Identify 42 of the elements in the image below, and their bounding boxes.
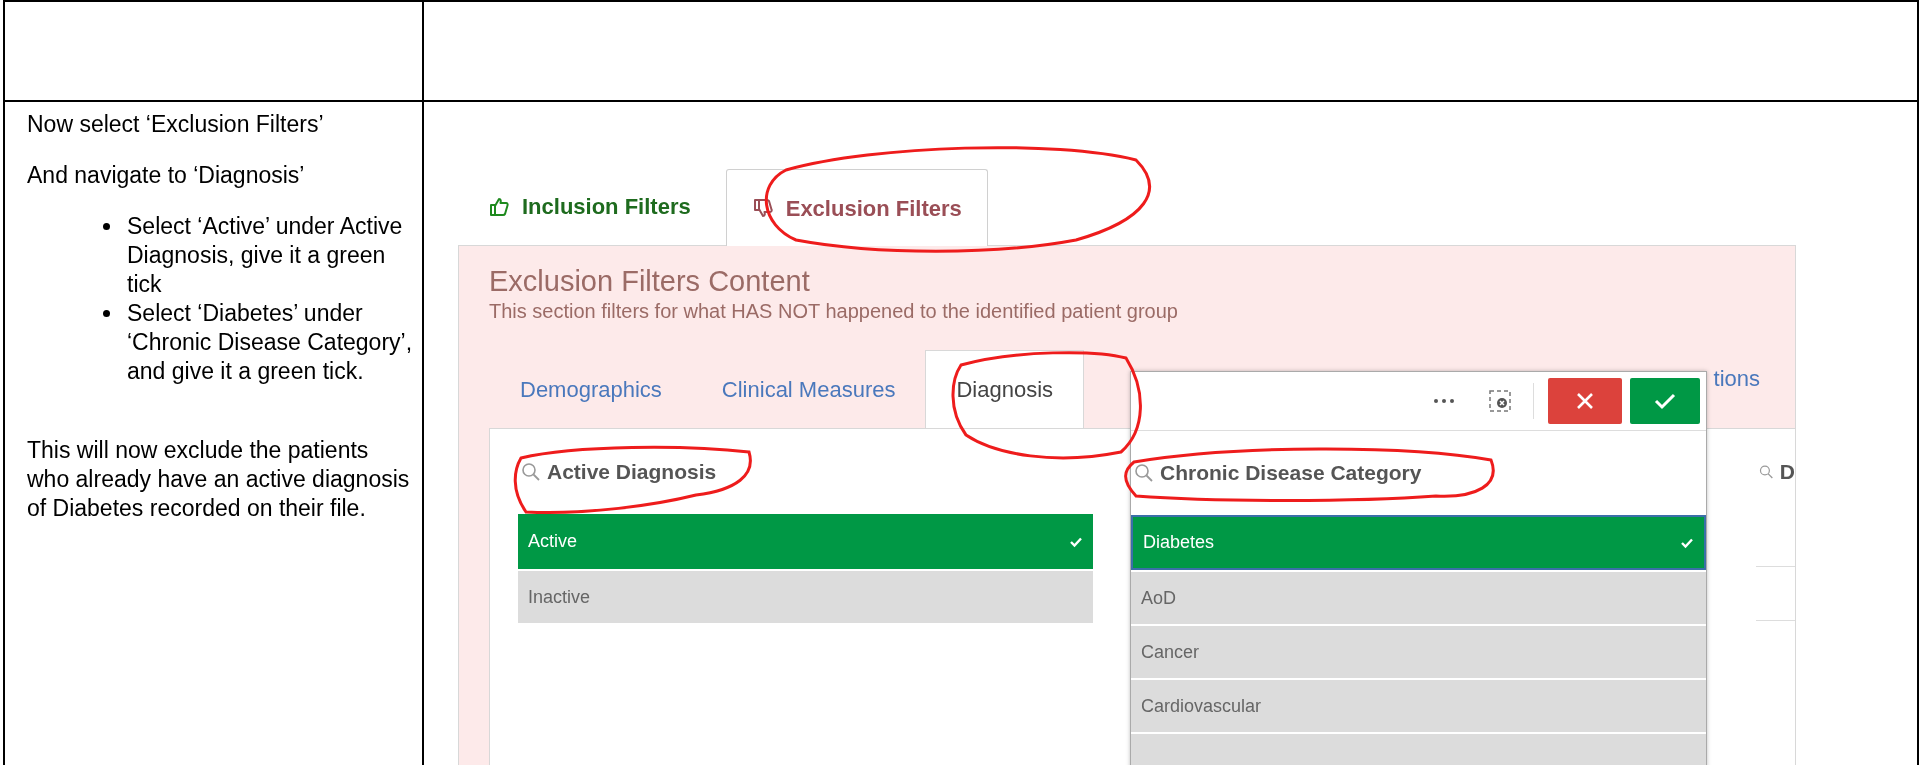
bullet-text: Select ‘Active’ under Active Diagnosis, give it a green tick [127,212,404,299]
panel-subtitle: This section filters for what HAS NOT happened to the identified patient group [488,299,1179,324]
filter-value[interactable]: Cardiovascular [1131,678,1706,732]
instruction-text: And navigate to ‘Diagnosis’ [27,161,306,190]
search-icon [1134,463,1154,483]
value-label: AoD [1141,586,1176,610]
bullet-text: Select ‘Diabetes’ under ‘Chronic Disease Category’, and give it a green tick. [127,299,414,386]
more-icon [1434,399,1454,403]
instruction-text: Now select ‘Exclusion Filters’ [27,110,325,139]
check-icon [1680,536,1694,549]
bullet-icon [103,310,110,317]
section-tab[interactable]: tions [1713,350,1760,428]
value-label: Active [528,530,578,553]
panel-title: Exclusion Filters Content [488,264,811,298]
value-label: Cancer [1141,640,1200,664]
filter-title: Chronic Disease Category [1160,460,1422,487]
close-icon [1576,392,1594,410]
section-tab[interactable]: Diagnosis [925,350,1085,428]
section-tab[interactable]: Demographics [490,350,692,428]
check-icon [1654,392,1676,410]
value-label: Diabetes [1143,531,1215,554]
search-icon [521,461,541,482]
section-tab[interactable]: Clinical Measures [691,350,926,428]
filter-title: D [1779,458,1795,485]
value-label: Inactive [528,585,591,609]
filter-value[interactable]: Cancer [1131,624,1706,678]
thumbs-up-icon [488,195,510,218]
filter-value[interactable]: Inactive [518,569,1093,623]
confirm-button[interactable] [1630,378,1700,424]
instruction-text: This will now exclude the patients who already have an active diagnosis of Diabetes recorded on their file. [27,436,411,523]
filter-value[interactable]: Active [518,514,1093,569]
cancel-button[interactable] [1548,378,1622,424]
check-icon [1069,535,1083,548]
filter-value[interactable]: AoD [1131,570,1706,624]
clear-selection-icon [1488,389,1512,413]
thumbs-down-icon [751,197,774,219]
filter-value[interactable]: Diabetes [1131,515,1706,570]
value-label: Cardiovascular [1141,694,1262,718]
filter-title: Active Diagnosis [547,458,717,485]
filter-tab[interactable]: Inclusion Filters [488,168,691,245]
filter-tab[interactable]: Exclusion Filters [725,169,988,246]
bullet-icon [103,223,110,230]
